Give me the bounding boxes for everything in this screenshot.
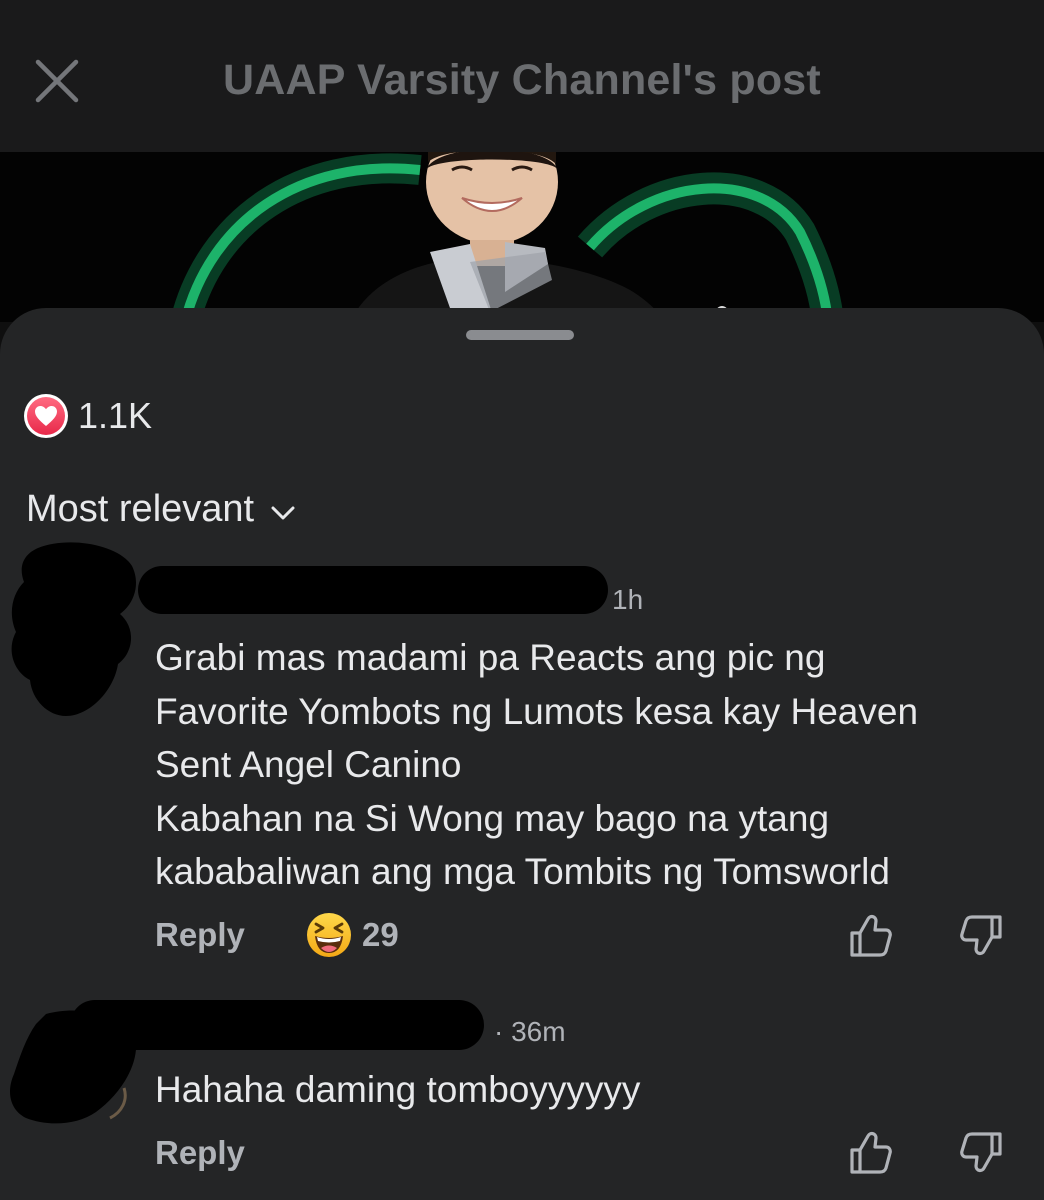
thumbs-down-icon	[960, 1132, 1002, 1173]
comment-reactions[interactable]: 29	[306, 912, 399, 958]
drag-handle[interactable]	[466, 330, 574, 340]
dislike-button[interactable]	[956, 911, 1006, 961]
grinning-squinting-face-icon	[307, 913, 351, 957]
post-image[interactable]	[0, 152, 1044, 322]
comment-item: · 36m Hahaha daming tomboyyyyyy Reply	[0, 992, 1044, 1200]
comment-time: · 36m	[494, 1016, 566, 1047]
comments-sheet: 1.1K Most relevant 1h Grabi mas madami p…	[0, 308, 1044, 1200]
thumbs-up-icon	[850, 914, 892, 957]
commenter-name-redacted	[138, 566, 608, 614]
thumbs-up-icon	[850, 1131, 892, 1174]
comment-reaction-count: 29	[362, 916, 399, 953]
reply-button[interactable]: Reply	[155, 916, 245, 954]
love-reaction-icon	[24, 394, 68, 438]
top-bar: UAAP Varsity Channel's post	[0, 0, 1044, 152]
reply-button[interactable]: Reply	[155, 1134, 245, 1172]
comment-item: 1h Grabi mas madami pa Reacts ang pic ng…	[0, 540, 1044, 970]
comment-text: Hahaha daming tomboyyyyyy	[155, 1069, 641, 1110]
dislike-button[interactable]	[956, 1128, 1006, 1178]
commenter-name-redacted	[70, 1000, 484, 1050]
reaction-count: 1.1K	[78, 395, 153, 436]
sort-label: Most relevant	[26, 488, 255, 530]
sort-dropdown[interactable]: Most relevant	[26, 488, 296, 531]
page-title: UAAP Varsity Channel's post	[223, 56, 821, 104]
comment-time: 1h	[612, 584, 644, 615]
like-button[interactable]	[846, 911, 896, 961]
post-reactions[interactable]: 1.1K	[24, 394, 152, 438]
thumbs-down-icon	[960, 915, 1002, 956]
comment-text: Grabi mas madami pa Reacts ang pic ng Fa…	[155, 637, 919, 892]
chevron-down-icon	[271, 506, 295, 519]
like-button[interactable]	[846, 1128, 896, 1178]
avatar	[11, 542, 136, 716]
post-photo	[0, 152, 1044, 322]
post-comments-screen: UAAP Varsity Channel's post 1.1K Most re…	[0, 0, 1044, 1200]
